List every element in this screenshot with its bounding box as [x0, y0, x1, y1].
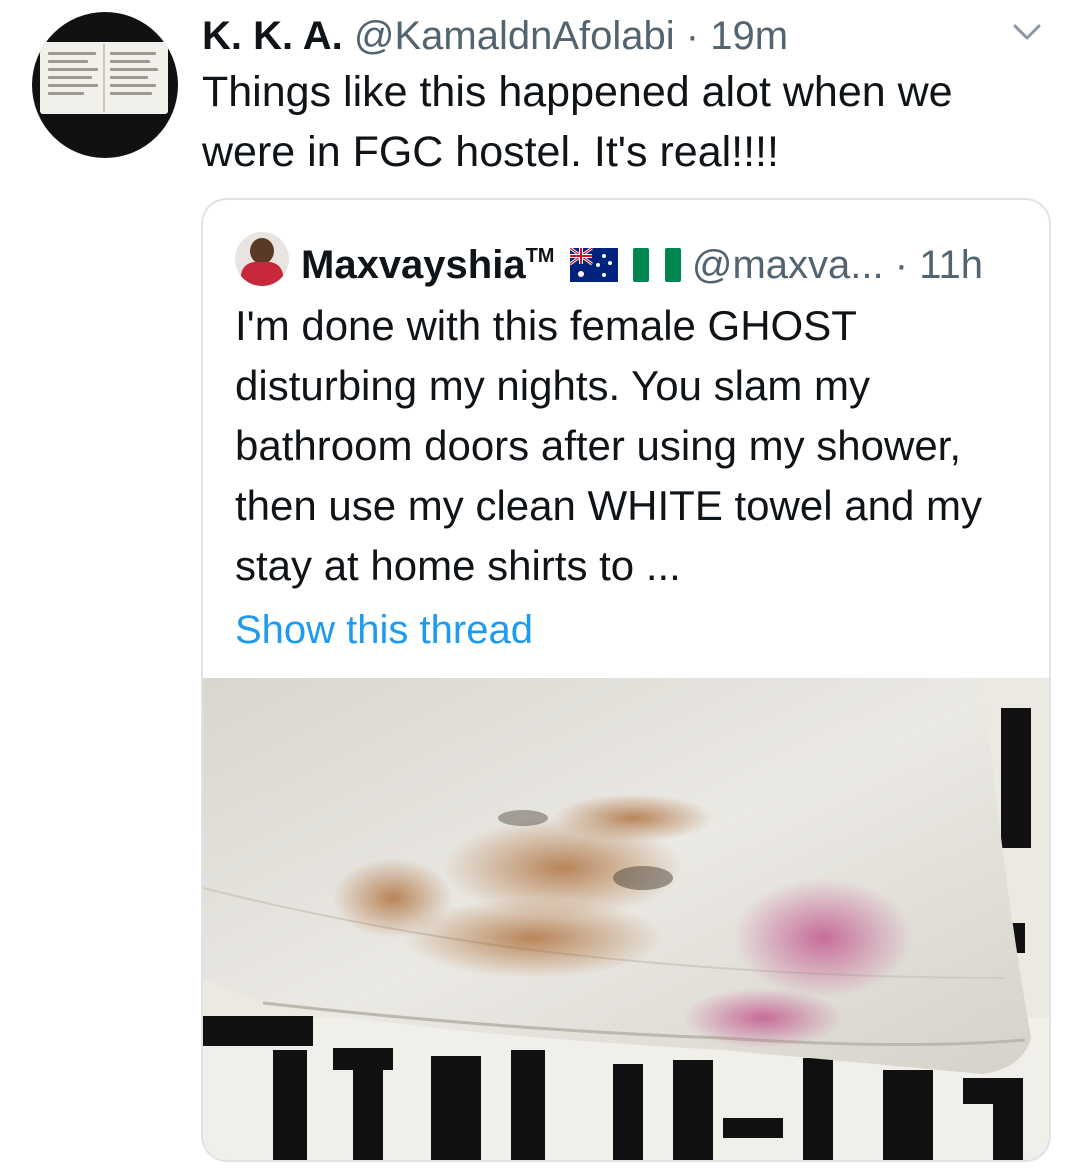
quoted-tweet-time[interactable]: 11h [919, 243, 983, 287]
separator-dot: · [894, 243, 909, 287]
tweet-header: K. K. A. @KamaldnAfolabi · 19m [202, 12, 788, 60]
australia-flag-icon [569, 248, 618, 282]
nigeria-flag-icon [632, 248, 681, 282]
quoted-author-avatar[interactable] [235, 232, 289, 286]
separator-dot: · [685, 14, 700, 58]
quoted-tweet-card[interactable]: MaxvayshiaTM @maxva... · 11h I'm done wi… [201, 198, 1051, 1162]
quoted-author-handle[interactable]: @maxva... [692, 243, 884, 287]
tweet-time[interactable]: 19m [710, 14, 788, 58]
author-handle[interactable]: @KamaldnAfolabi [354, 14, 675, 58]
tweet-text: Things like this happened alot when we w… [202, 68, 953, 176]
show-thread-link[interactable]: Show this thread [235, 602, 533, 658]
open-book-image [40, 42, 168, 114]
author-avatar[interactable] [32, 12, 178, 158]
trademark-symbol: TM [525, 245, 555, 267]
quoted-author-name[interactable]: Maxvayshia [301, 243, 526, 287]
author-name[interactable]: K. K. A. [202, 14, 343, 58]
stained-shirt-photo[interactable] [203, 678, 1049, 1160]
chevron-down-icon[interactable] [1012, 22, 1042, 42]
quoted-tweet-header: MaxvayshiaTM @maxva... · 11h [301, 230, 983, 291]
quoted-tweet-text: I'm done with this female GHOST disturbi… [235, 302, 982, 589]
